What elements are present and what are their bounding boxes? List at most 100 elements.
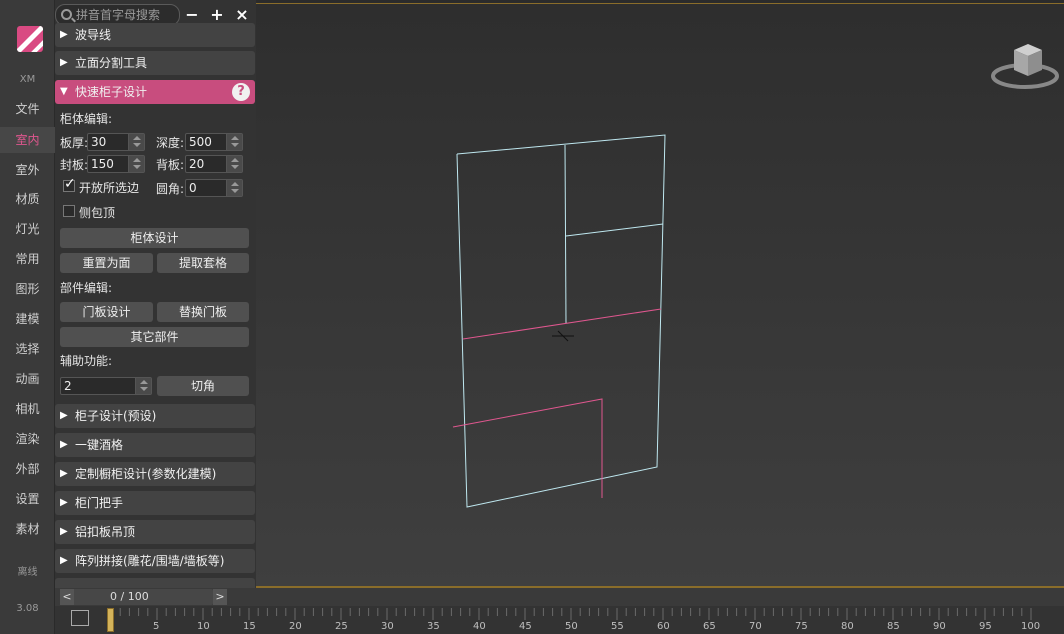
reset-to-face-button[interactable]: 重置为面 (60, 253, 153, 273)
fillet-stepper[interactable]: 0 (185, 179, 243, 197)
back-stepper[interactable]: 20 (185, 155, 243, 173)
section-array-tiling[interactable]: ▶ 阵列拼接(雕花/围墙/墙板等) (55, 549, 255, 573)
rail-item-camera[interactable]: 相机 (0, 396, 55, 422)
door-design-button[interactable]: 门板设计 (60, 302, 153, 322)
section-cabinet-preset[interactable]: ▶ 柜子设计(预设) (55, 404, 255, 428)
add-button[interactable]: + (207, 5, 227, 25)
rail-item-common[interactable]: 常用 (0, 246, 55, 272)
tick-label: 50 (565, 621, 578, 632)
rail-item-xm[interactable]: XM (0, 67, 55, 93)
rail-item-material[interactable]: 材质 (0, 186, 55, 212)
track-filter-icon[interactable] (71, 610, 89, 626)
spinner-arrows-icon[interactable] (128, 134, 144, 150)
chevron-right-icon: ▶ (60, 497, 68, 508)
help-icon[interactable]: ? (232, 83, 250, 101)
section-label: 定制橱柜设计(参数化建模) (75, 467, 217, 481)
next-frame-button[interactable]: > (213, 589, 227, 605)
chevron-right-icon: ▶ (60, 57, 68, 68)
rail-item-animation[interactable]: 动画 (0, 366, 55, 392)
rail-item-render[interactable]: 渲染 (0, 426, 55, 452)
extract-grid-button[interactable]: 提取套格 (157, 253, 249, 273)
chevron-right-icon: ▶ (60, 29, 68, 40)
rail-item-light[interactable]: 灯光 (0, 216, 55, 242)
cabinet-outline (456, 134, 666, 508)
section-facade-split[interactable]: ▶ 立面分割工具 (55, 51, 255, 75)
seal-stepper[interactable]: 150 (87, 155, 145, 173)
chevron-right-icon: ▶ (60, 410, 68, 421)
section-label: 柜子设计(预设) (75, 409, 157, 423)
spinner-arrows-icon[interactable] (135, 378, 151, 394)
aux-group-label: 辅助功能: (60, 354, 113, 368)
app-logo (17, 26, 43, 52)
tick-label: 20 (289, 621, 302, 632)
time-slider-handle[interactable] (107, 608, 114, 632)
prev-frame-button[interactable]: < (60, 589, 74, 605)
spinner-arrows-icon[interactable] (128, 156, 144, 172)
chevron-right-icon: ▶ (60, 526, 68, 537)
viewcube-icon[interactable] (990, 38, 1060, 96)
side-top-label: 侧包顶 (79, 206, 116, 220)
collapse-button[interactable]: − (182, 5, 202, 25)
thickness-stepper[interactable]: 30 (87, 133, 145, 151)
section-label: 快速柜子设计 (75, 85, 148, 99)
other-parts-button[interactable]: 其它部件 (60, 327, 249, 347)
chamfer-button[interactable]: 切角 (157, 376, 249, 396)
section-label: 波导线 (75, 28, 112, 42)
search-icon (61, 9, 72, 20)
rail-item-external[interactable]: 外部 (0, 456, 55, 482)
section-aluminum-ceiling[interactable]: ▶ 铝扣板吊顶 (55, 520, 255, 544)
plugin-panel: − + × ▶ 波导线 ▶ 立面分割工具 ▼ 快速柜子设计 ? 柜体编辑: 板厚… (55, 0, 256, 588)
section-partial[interactable] (55, 578, 255, 588)
replace-door-button[interactable]: 替换门板 (157, 302, 249, 322)
tick-label: 30 (381, 621, 394, 632)
cabinet-design-button[interactable]: 柜体设计 (60, 228, 249, 248)
rail-item-shape[interactable]: 图形 (0, 276, 55, 302)
chevron-right-icon: ▶ (60, 468, 68, 479)
back-value: 20 (189, 157, 205, 171)
rail-item-modeling[interactable]: 建模 (0, 306, 55, 332)
open-edge-checkbox[interactable] (63, 176, 76, 192)
fillet-value: 0 (189, 181, 197, 195)
cabinet-group-label: 柜体编辑: (60, 112, 113, 126)
wireframe-canvas[interactable] (256, 4, 1064, 587)
close-button[interactable]: × (232, 5, 252, 25)
rail-item-interior[interactable]: 室内 (0, 127, 55, 153)
seal-label: 封板: (60, 158, 89, 172)
aux-stepper[interactable]: 2 (60, 377, 152, 395)
section-quick-cabinet[interactable]: ▼ 快速柜子设计 ? (55, 80, 255, 104)
depth-stepper[interactable]: 500 (185, 133, 243, 151)
tick-label: 85 (887, 621, 900, 632)
rail-item-file[interactable]: 文件 (0, 96, 55, 122)
spinner-arrows-icon[interactable] (226, 156, 242, 172)
tick-label: 15 (243, 621, 256, 632)
tick-label: 10 (197, 621, 210, 632)
section-waveguide[interactable]: ▶ 波导线 (55, 23, 255, 47)
left-toolbar: XM 文件 室内 室外 材质 灯光 常用 图形 建模 选择 动画 相机 渲染 外… (0, 0, 55, 634)
cabinet-divider-shelf (565, 223, 664, 237)
tick-label: 70 (749, 621, 762, 632)
thickness-label: 板厚: (60, 136, 89, 150)
section-wine-grid[interactable]: ▶ 一键酒格 (55, 433, 255, 457)
section-door-handle[interactable]: ▶ 柜门把手 (55, 491, 255, 515)
side-top-checkbox[interactable] (63, 205, 75, 217)
spinner-arrows-icon[interactable] (226, 180, 242, 196)
spinner-arrows-icon[interactable] (226, 134, 242, 150)
rail-item-select[interactable]: 选择 (0, 336, 55, 362)
search-input[interactable] (76, 7, 176, 23)
section-custom-kitchen[interactable]: ▶ 定制橱柜设计(参数化建模) (55, 462, 255, 486)
chevron-right-icon: ▶ (60, 555, 68, 566)
back-label: 背板: (156, 158, 185, 172)
parts-group-label: 部件编辑: (60, 281, 113, 295)
tick-label: 80 (841, 621, 854, 632)
section-label: 立面分割工具 (75, 56, 148, 70)
rail-item-assets[interactable]: 素材 (0, 516, 55, 542)
tick-label: 75 (795, 621, 808, 632)
frame-slider[interactable]: < 0 / 100 > (60, 589, 227, 605)
rail-item-settings[interactable]: 设置 (0, 486, 55, 512)
3d-viewport[interactable] (256, 4, 1064, 587)
time-ruler[interactable]: 0 5 10 15 20 25 30 35 40 45 50 55 60 65 … (107, 606, 1057, 634)
rail-item-exterior[interactable]: 室外 (0, 157, 55, 183)
depth-value: 500 (189, 135, 212, 149)
rail-item-offline[interactable]: 离线 (0, 560, 55, 586)
fillet-label: 圆角: (156, 182, 185, 196)
